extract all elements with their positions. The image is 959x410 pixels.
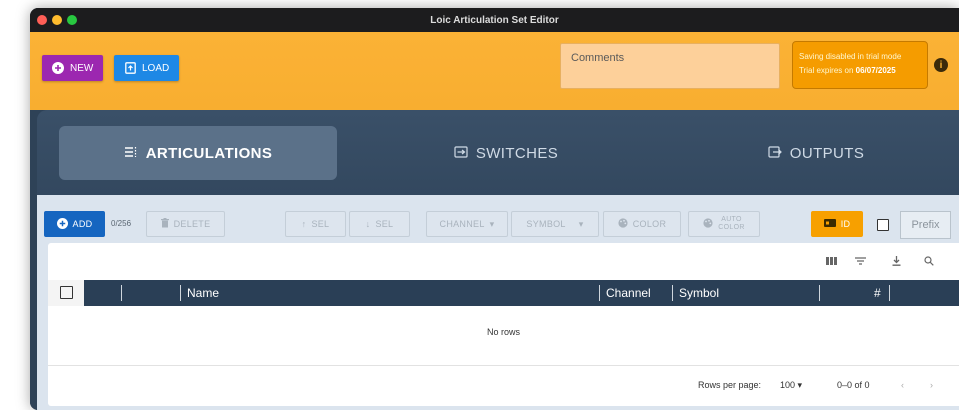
trial-line-1: Saving disabled in trial mode	[799, 52, 902, 61]
switch-icon	[454, 145, 468, 162]
rows-per-page-select[interactable]: 100 ▾	[780, 380, 802, 391]
column-header-number[interactable]: #	[874, 286, 881, 300]
file-upload-icon	[124, 62, 136, 74]
column-separator	[599, 285, 600, 301]
close-window-button[interactable]	[37, 15, 47, 25]
symbol-dropdown-label: SYMBOL	[526, 219, 566, 229]
app-window: Loic Articulation Set Editor NEW LOAD Co…	[30, 8, 959, 410]
main-area: ARTICULATIONS SWITCHES OUTPUTS ADD 0/256…	[30, 110, 959, 410]
column-header-channel[interactable]: Channel	[606, 286, 651, 300]
load-button-label: LOAD	[142, 62, 170, 74]
next-page-icon[interactable]: ›	[930, 380, 933, 390]
select-down-label: SEL	[375, 219, 394, 229]
tab-switches-label: SWITCHES	[475, 144, 559, 162]
tab-switches[interactable]: SWITCHES	[367, 126, 645, 180]
add-button[interactable]: ADD	[44, 211, 105, 237]
symbol-dropdown[interactable]: SYMBOL ▾	[511, 211, 599, 237]
select-down-button[interactable]: ↓ SEL	[349, 211, 410, 237]
id-badge-icon	[823, 219, 836, 229]
select-up-button[interactable]: ↑ SEL	[285, 211, 346, 237]
channel-dropdown-label: CHANNEL	[439, 219, 485, 229]
plus-circle-icon	[56, 217, 68, 231]
id-toggle-button[interactable]: ID	[811, 211, 863, 237]
empty-grid-message: No rows	[486, 327, 520, 337]
select-all-checkbox[interactable]	[60, 286, 73, 299]
caret-down-icon: ▾	[578, 218, 584, 229]
articulation-toolbar: ADD 0/256 DELETE ↑ SEL ↓ SEL CHANNEL ▾ S…	[37, 195, 959, 239]
palette-icon	[703, 218, 713, 230]
window-controls	[37, 15, 77, 25]
new-button-label: NEW	[70, 62, 94, 74]
arrow-up-icon: ↑	[301, 219, 307, 229]
trial-notice: Saving disabled in trial mode Trial expi…	[792, 41, 928, 89]
grid-toolbar	[48, 243, 959, 279]
prefix-placeholder: Prefix	[911, 219, 940, 231]
prefix-checkbox[interactable]	[877, 219, 889, 231]
info-icon[interactable]: i	[934, 58, 948, 72]
column-header-symbol[interactable]: Symbol	[679, 286, 719, 300]
id-toggle-label: ID	[840, 219, 851, 229]
channel-dropdown[interactable]: CHANNEL ▾	[426, 211, 508, 237]
articulations-panel: ADD 0/256 DELETE ↑ SEL ↓ SEL CHANNEL ▾ S…	[37, 195, 959, 410]
select-up-label: SEL	[311, 219, 330, 229]
auto-color-button[interactable]: AUTO COLOR	[688, 211, 760, 237]
column-separator	[672, 285, 673, 301]
color-button[interactable]: COLOR	[603, 211, 681, 237]
app-header: NEW LOAD Comments Saving disabled in tri…	[30, 32, 959, 110]
prefix-input[interactable]: Prefix	[900, 211, 951, 239]
search-icon[interactable]	[922, 255, 936, 267]
arrow-down-icon: ↓	[365, 219, 371, 229]
comments-placeholder: Comments	[571, 52, 625, 64]
column-separator	[180, 285, 181, 301]
articulation-grid: Name Channel Symbol # No rows Rows per p…	[48, 243, 959, 406]
auto-color-label: AUTO COLOR	[718, 216, 745, 231]
tab-bar: ARTICULATIONS SWITCHES OUTPUTS	[37, 110, 959, 195]
trash-icon	[160, 218, 169, 230]
rows-per-page-label: Rows per page:	[698, 380, 762, 390]
list-icon	[124, 145, 138, 162]
column-separator	[889, 285, 890, 301]
minimize-window-button[interactable]	[52, 15, 62, 25]
caret-down-icon: ▾	[489, 218, 495, 229]
title-bar: Loic Articulation Set Editor	[30, 8, 959, 32]
output-icon	[768, 145, 782, 162]
column-header-name[interactable]: Name	[187, 286, 219, 300]
columns-icon[interactable]	[824, 255, 838, 267]
pagination-range: 0–0 of 0	[837, 380, 870, 390]
comments-field[interactable]: Comments	[560, 43, 780, 89]
previous-page-icon[interactable]: ‹	[901, 380, 904, 390]
window-title: Loic Articulation Set Editor	[430, 14, 559, 26]
tab-articulations[interactable]: ARTICULATIONS	[59, 126, 337, 180]
filter-icon[interactable]	[853, 255, 867, 267]
column-separator	[819, 285, 820, 301]
delete-button[interactable]: DELETE	[146, 211, 225, 237]
add-button-label: ADD	[72, 219, 93, 229]
load-button[interactable]: LOAD	[114, 55, 180, 81]
trial-date: 06/07/2025	[855, 66, 896, 75]
tab-outputs-label: OUTPUTS	[789, 144, 865, 162]
color-button-label: COLOR	[632, 219, 667, 229]
new-button[interactable]: NEW	[42, 55, 104, 81]
grid-footer: Rows per page: 100 ▾ 0–0 of 0 ‹ ›	[48, 365, 959, 406]
palette-icon	[618, 218, 628, 230]
download-icon[interactable]	[889, 255, 903, 267]
delete-button-label: DELETE	[173, 219, 211, 229]
caret-down-icon: ▾	[797, 380, 803, 390]
zoom-window-button[interactable]	[67, 15, 77, 25]
trial-line-2: Trial expires on 06/07/2025	[799, 66, 896, 75]
tab-outputs[interactable]: OUTPUTS	[677, 126, 955, 180]
grid-header-row: Name Channel Symbol #	[48, 280, 959, 306]
plus-circle-icon	[52, 62, 64, 74]
tab-articulations-label: ARTICULATIONS	[145, 144, 273, 162]
articulation-count: 0/256	[111, 219, 132, 228]
column-separator	[121, 285, 122, 301]
